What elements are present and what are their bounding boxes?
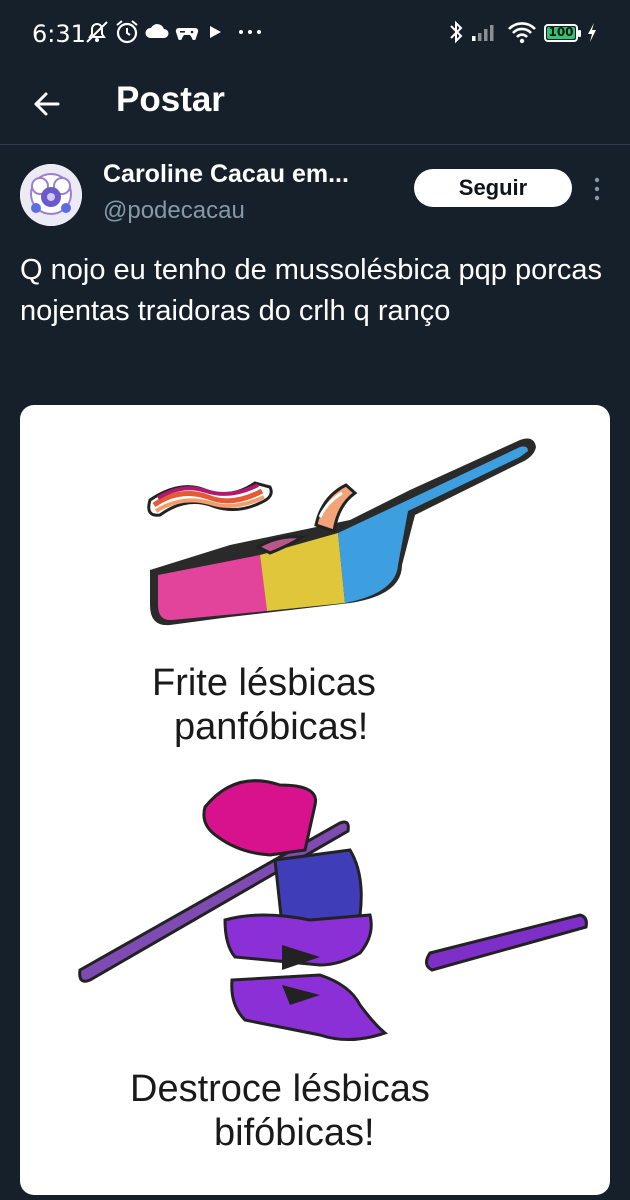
status-time: 6:31 [32, 20, 86, 48]
status-bar: 6:31 100 [0, 0, 630, 66]
frying-pan-illustration [150, 438, 536, 626]
avatar-image [20, 164, 82, 226]
gamepad-icon [175, 27, 199, 40]
caption-top-line1: Frite lésbicas [152, 662, 376, 704]
wifi-icon [508, 22, 536, 44]
axe-illustration [78, 779, 588, 1042]
caption-top-line2: panfóbicas! [174, 706, 369, 748]
more-options-icon[interactable] [586, 172, 608, 206]
play-store-icon [210, 26, 221, 38]
header: Postar [0, 66, 630, 145]
bluetooth-icon [450, 20, 463, 44]
caption-bottom-line1: Destroce lésbicas [130, 1068, 430, 1110]
page-title: Postar [116, 80, 225, 119]
battery-icon: 100 [544, 24, 581, 42]
bacon-strip-illustration [147, 481, 273, 517]
charging-icon [588, 23, 596, 42]
caption-bottom: Destroce lésbicas bifóbicas! [130, 1067, 430, 1155]
caption-bottom-line2: bifóbicas! [214, 1112, 375, 1154]
muted-notifications-icon [86, 21, 108, 43]
tweet-text: Q nojo eu tenho de mussolésbica pqp porc… [20, 254, 602, 327]
cloud-icon [145, 24, 169, 38]
back-arrow-icon[interactable] [28, 84, 68, 124]
display-name[interactable]: Caroline Cacau em... [103, 160, 349, 189]
alarm-icon [116, 20, 138, 44]
signal-icon [472, 25, 494, 41]
battery-level: 100 [548, 25, 574, 39]
tweet-media-image[interactable]: Frite lésbicas panfóbicas! Destroce lésb… [20, 405, 610, 1195]
follow-button[interactable]: Seguir [414, 169, 572, 207]
more-notifications-icon [239, 30, 261, 34]
avatar[interactable] [20, 164, 82, 226]
user-handle[interactable]: @podecacau [103, 197, 245, 225]
caption-top: Frite lésbicas panfóbicas! [152, 661, 376, 749]
